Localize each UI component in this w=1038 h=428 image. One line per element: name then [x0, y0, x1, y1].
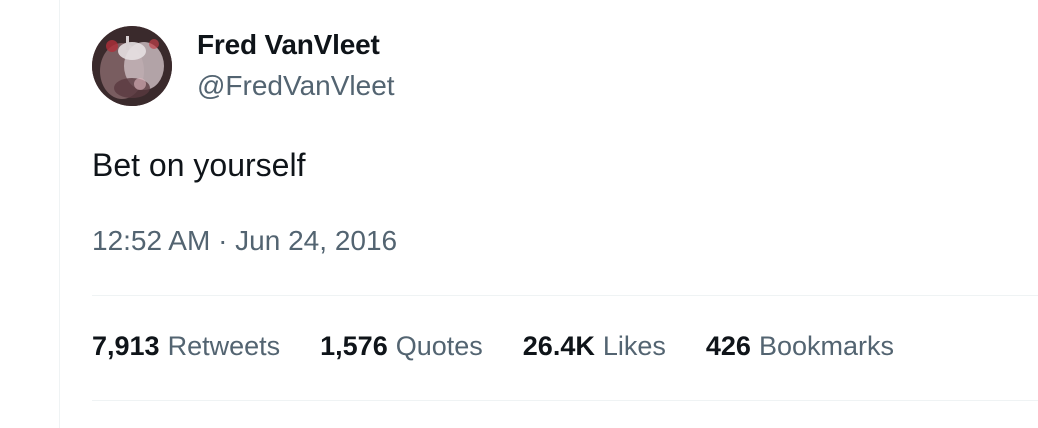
tweet-text: Bet on yourself: [92, 147, 306, 183]
quotes-stat[interactable]: 1,576 Quotes: [320, 331, 483, 362]
divider-top: [92, 295, 1038, 296]
engagement-stats: 7,913 Retweets 1,576 Quotes 26.4K Likes 426…: [92, 331, 934, 362]
left-border: [59, 0, 60, 428]
bookmarks-label: Bookmarks: [758, 331, 894, 361]
divider-bottom: [92, 400, 1038, 401]
retweets-stat[interactable]: 7,913 Retweets: [92, 331, 280, 362]
quotes-label: Quotes: [395, 331, 483, 361]
bookmarks-count: 426: [705, 331, 751, 361]
avatar[interactable]: [92, 26, 172, 106]
author-display-name[interactable]: Fred VanVleet: [197, 29, 380, 61]
avatar-image: [92, 26, 172, 106]
likes-label: Likes: [602, 331, 666, 361]
author-handle[interactable]: @FredVanVleet: [197, 70, 395, 102]
likes-count: 26.4K: [522, 331, 595, 361]
retweets-count: 7,913: [92, 331, 160, 361]
tweet-timestamp[interactable]: 12:52 AM · Jun 24, 2016: [92, 225, 397, 257]
retweets-label: Retweets: [167, 331, 281, 361]
bookmarks-stat[interactable]: 426 Bookmarks: [706, 331, 894, 362]
likes-stat[interactable]: 26.4K Likes: [523, 331, 666, 362]
quotes-count: 1,576: [320, 331, 388, 361]
